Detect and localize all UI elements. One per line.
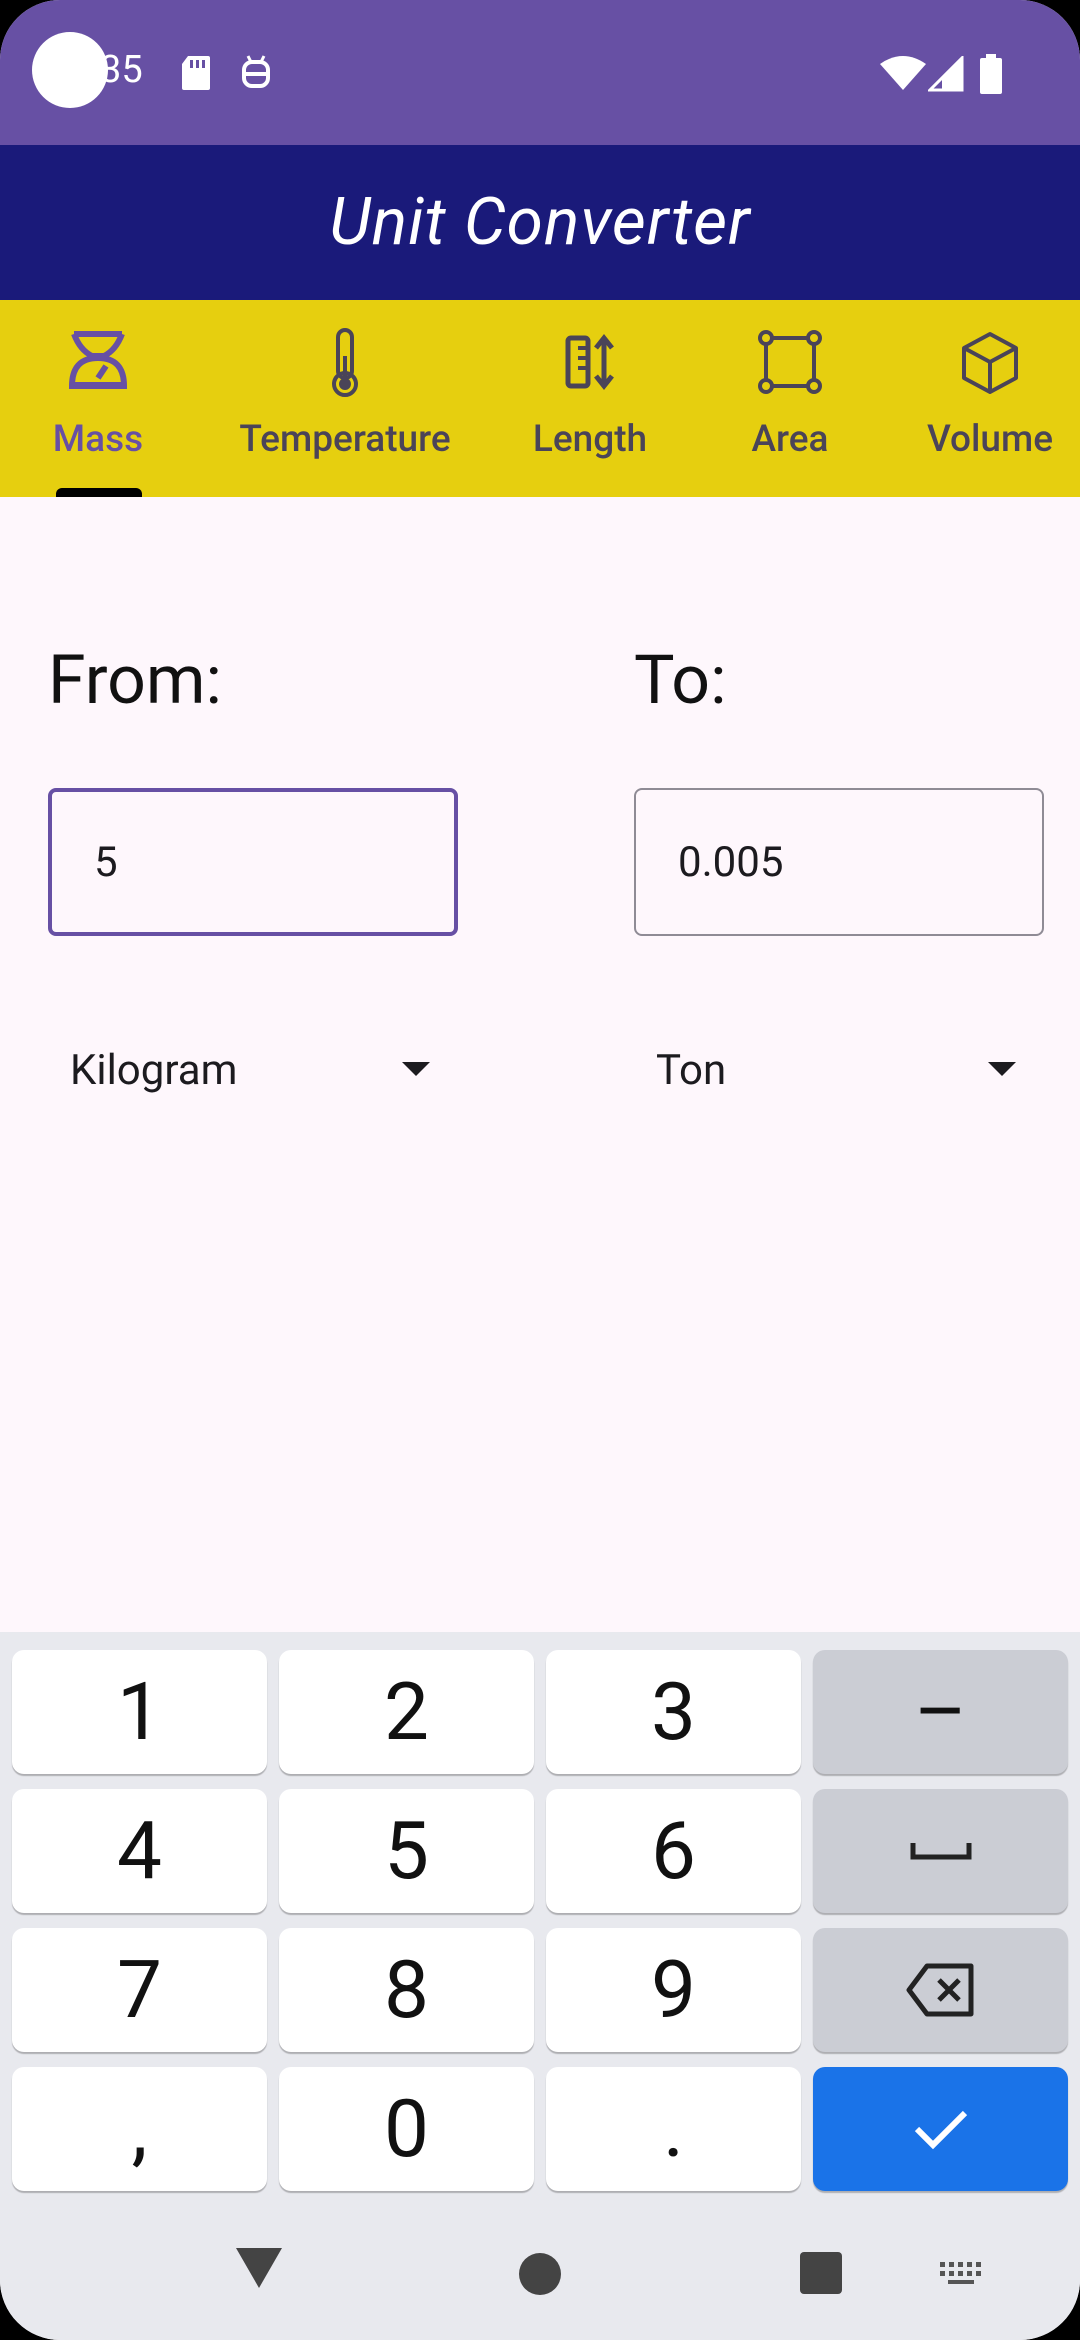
tab-volume[interactable]: Volume bbox=[910, 300, 1070, 497]
key-0[interactable]: 0 bbox=[279, 2067, 534, 2191]
backspace-icon bbox=[906, 1963, 973, 2017]
key-period[interactable]: . bbox=[546, 2067, 801, 2191]
tab-label: Volume bbox=[926, 418, 1054, 461]
key-6[interactable]: 6 bbox=[546, 1789, 801, 1913]
tab-label: Length bbox=[532, 418, 648, 461]
tab-label: Area bbox=[751, 418, 829, 461]
app-bar: Unit Converter bbox=[0, 145, 1080, 300]
sd-card-icon bbox=[182, 56, 210, 90]
chevron-down-icon bbox=[988, 1062, 1016, 1076]
from-value-text: 5 bbox=[94, 837, 118, 887]
key-5[interactable]: 5 bbox=[279, 1789, 534, 1913]
numeric-keyboard: 1 2 3 – 4 5 6 7 8 9 , 0 . bbox=[0, 1632, 1080, 2340]
tab-mass[interactable]: Mass bbox=[20, 300, 176, 497]
cube-icon bbox=[962, 332, 1018, 394]
tab-length[interactable]: Length bbox=[510, 300, 670, 497]
to-label: To: bbox=[634, 640, 727, 720]
status-bar: 35 bbox=[0, 0, 1080, 145]
tab-label: Temperature bbox=[239, 418, 451, 461]
key-8[interactable]: 8 bbox=[279, 1928, 534, 2052]
key-7[interactable]: 7 bbox=[12, 1928, 267, 2052]
scale-icon bbox=[68, 331, 128, 389]
tab-area[interactable]: Area bbox=[710, 300, 870, 497]
from-unit-dropdown[interactable]: Kilogram bbox=[70, 1030, 430, 1110]
area-icon bbox=[758, 330, 822, 394]
check-icon bbox=[914, 2110, 967, 2150]
tab-indicator bbox=[56, 488, 142, 497]
wifi-icon bbox=[880, 56, 926, 90]
from-unit-text: Kilogram bbox=[70, 1045, 238, 1095]
from-value-input[interactable]: 5 bbox=[48, 788, 458, 936]
keyboard-switch-icon[interactable] bbox=[938, 2260, 986, 2288]
to-value-text: 0.005 bbox=[678, 837, 784, 887]
space-bar-icon bbox=[910, 1843, 971, 1860]
key-done[interactable] bbox=[813, 2067, 1068, 2191]
back-nav-icon[interactable] bbox=[234, 2246, 284, 2290]
from-label: From: bbox=[48, 640, 222, 720]
tab-bar: Mass Temperature Length Area Volume bbox=[0, 300, 1080, 497]
key-1[interactable]: 1 bbox=[12, 1650, 267, 1774]
to-value-field[interactable]: 0.005 bbox=[634, 788, 1044, 936]
battery-icon bbox=[980, 54, 1002, 94]
android-icon bbox=[242, 55, 270, 88]
key-2[interactable]: 2 bbox=[279, 1650, 534, 1774]
key-4[interactable]: 4 bbox=[12, 1789, 267, 1913]
app-title: Unit Converter bbox=[329, 184, 751, 261]
to-unit-text: Ton bbox=[656, 1045, 727, 1095]
key-comma[interactable]: , bbox=[12, 2067, 267, 2191]
key-space[interactable] bbox=[813, 1789, 1068, 1913]
chevron-down-icon bbox=[402, 1062, 430, 1076]
camera-cutout bbox=[32, 32, 108, 108]
home-nav-icon[interactable] bbox=[518, 2252, 562, 2296]
ruler-icon bbox=[565, 333, 614, 391]
thermometer-icon bbox=[332, 328, 358, 397]
key-3[interactable]: 3 bbox=[546, 1650, 801, 1774]
key-minus[interactable]: – bbox=[813, 1650, 1068, 1774]
key-9[interactable]: 9 bbox=[546, 1928, 801, 2052]
key-backspace[interactable] bbox=[813, 1928, 1068, 2052]
screen: 35 Unit Converter Mass Temperature Lengt… bbox=[0, 0, 1080, 2340]
recents-nav-icon[interactable] bbox=[800, 2252, 842, 2294]
tab-temperature[interactable]: Temperature bbox=[225, 300, 465, 497]
signal-icon bbox=[928, 56, 964, 92]
tab-label: Mass bbox=[52, 418, 144, 461]
to-unit-dropdown[interactable]: Ton bbox=[656, 1030, 1016, 1110]
